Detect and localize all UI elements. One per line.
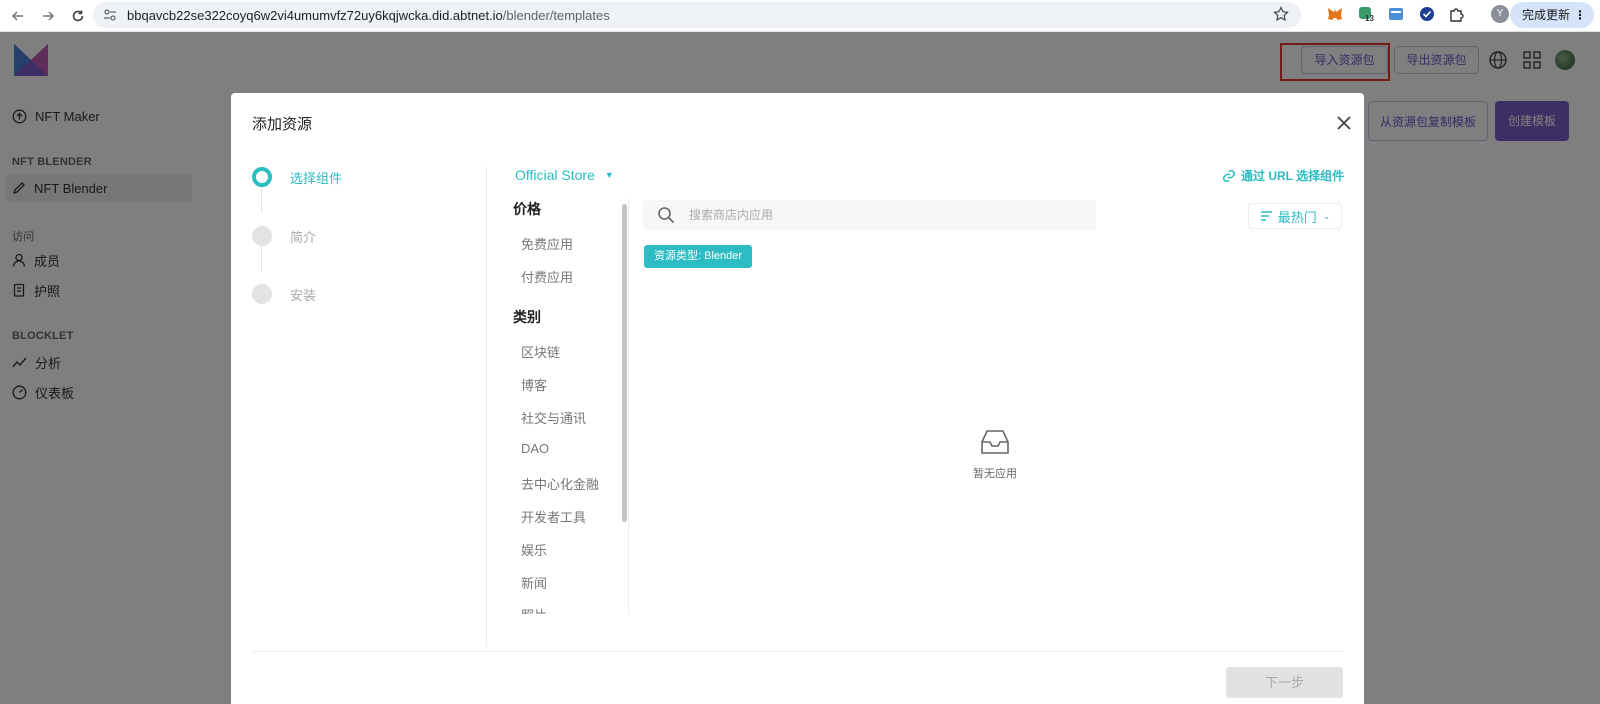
filter-category-blockchain[interactable]: 区块链 bbox=[521, 342, 560, 361]
menu-dots-icon[interactable]: ⋮ bbox=[1574, 2, 1586, 28]
empty-inbox-icon bbox=[981, 430, 1009, 454]
filter-category-social[interactable]: 社交与通讯 bbox=[521, 408, 586, 427]
url-text: bbqavcb22se322coyq6w2vi4umumvfz72uy6kqjw… bbox=[127, 7, 610, 23]
extension-badge: 13 bbox=[1365, 14, 1374, 23]
link-icon bbox=[1222, 169, 1236, 182]
search-input[interactable] bbox=[689, 208, 1069, 222]
filter-free[interactable]: 免费应用 bbox=[521, 234, 573, 253]
filter-category-blog[interactable]: 博客 bbox=[521, 375, 547, 394]
filter-category-defi[interactable]: 去中心化金融 bbox=[521, 474, 599, 493]
add-resource-dialog: 添加资源 选择组件 简介 安装 Official Store ▼ 通过 URL … bbox=[231, 93, 1364, 704]
next-step-button[interactable]: 下一步 bbox=[1226, 667, 1343, 698]
metamask-extension-icon[interactable] bbox=[1325, 4, 1345, 24]
puzzle-extensions-icon[interactable] bbox=[1447, 4, 1467, 24]
dialog-title: 添加资源 bbox=[252, 116, 313, 133]
resource-type-tag[interactable]: 资源类型: Blender bbox=[644, 245, 753, 268]
sort-label: 最热门 bbox=[1277, 209, 1317, 225]
filter-paid[interactable]: 付费应用 bbox=[521, 267, 573, 286]
search-icon bbox=[658, 207, 675, 224]
update-browser-button[interactable]: 完成更新 ⋮ bbox=[1509, 2, 1594, 28]
bookmark-star-icon[interactable] bbox=[1273, 6, 1289, 22]
forward-icon[interactable] bbox=[36, 4, 60, 28]
caret-down-icon: ▼ bbox=[604, 170, 614, 180]
verified-extension-icon[interactable] bbox=[1417, 4, 1437, 24]
wallet-extension-icon[interactable]: 13 bbox=[1356, 4, 1376, 24]
step-indicator bbox=[252, 167, 272, 187]
step-label: 简介 bbox=[290, 229, 317, 245]
close-icon[interactable] bbox=[1334, 113, 1354, 133]
filter-category-news[interactable]: 新闻 bbox=[521, 573, 547, 592]
step-label: 安装 bbox=[290, 287, 317, 303]
step-install: 安装 bbox=[252, 284, 316, 304]
filter-panel: 价格 免费应用 付费应用 类别 区块链 博客 社交与通讯 DAO 去中心化金融 … bbox=[513, 199, 621, 614]
profile-icon[interactable]: Y bbox=[1490, 4, 1510, 24]
empty-message: 暂无应用 bbox=[973, 468, 1017, 480]
store-selector[interactable]: Official Store ▼ bbox=[515, 167, 614, 183]
footer-divider bbox=[252, 651, 1344, 652]
filter-category-entertainment[interactable]: 娱乐 bbox=[521, 540, 547, 559]
back-icon[interactable] bbox=[6, 4, 30, 28]
step-indicator bbox=[252, 226, 272, 246]
store-name: Official Store bbox=[515, 167, 595, 183]
sort-dropdown[interactable]: 最热门 ⌄ bbox=[1248, 203, 1342, 229]
chevron-down-icon: ⌄ bbox=[1322, 210, 1331, 221]
filter-category-photos[interactable]: 照片 bbox=[521, 605, 547, 614]
profile-initial: Y bbox=[1491, 5, 1509, 23]
category-heading: 类别 bbox=[513, 309, 541, 325]
step-indicator bbox=[252, 284, 272, 304]
window-extension-icon[interactable] bbox=[1386, 4, 1406, 24]
step-select-component: 选择组件 bbox=[252, 167, 342, 187]
reload-icon[interactable] bbox=[66, 4, 90, 28]
empty-state: 暂无应用 bbox=[965, 428, 1025, 481]
browser-toolbar: bbqavcb22se322coyq6w2vi4umumvfz72uy6kqjw… bbox=[0, 0, 1600, 32]
step-introduction: 简介 bbox=[252, 226, 316, 246]
filter-category-dao[interactable]: DAO bbox=[521, 441, 549, 456]
sort-icon bbox=[1260, 211, 1272, 221]
update-label: 完成更新 bbox=[1521, 8, 1570, 22]
search-field[interactable] bbox=[643, 200, 1096, 230]
step-label: 选择组件 bbox=[290, 170, 343, 186]
divider bbox=[486, 167, 487, 647]
filter-category-devtools[interactable]: 开发者工具 bbox=[521, 507, 586, 526]
url-link-label: 通过 URL 选择组件 bbox=[1241, 169, 1345, 183]
filter-scrollbar[interactable] bbox=[622, 204, 627, 522]
site-settings-icon[interactable] bbox=[103, 8, 117, 22]
select-by-url-link[interactable]: 通过 URL 选择组件 bbox=[1222, 167, 1344, 184]
price-heading: 价格 bbox=[513, 201, 541, 217]
address-bar[interactable]: bbqavcb22se322coyq6w2vi4umumvfz72uy6kqjw… bbox=[93, 2, 1301, 28]
